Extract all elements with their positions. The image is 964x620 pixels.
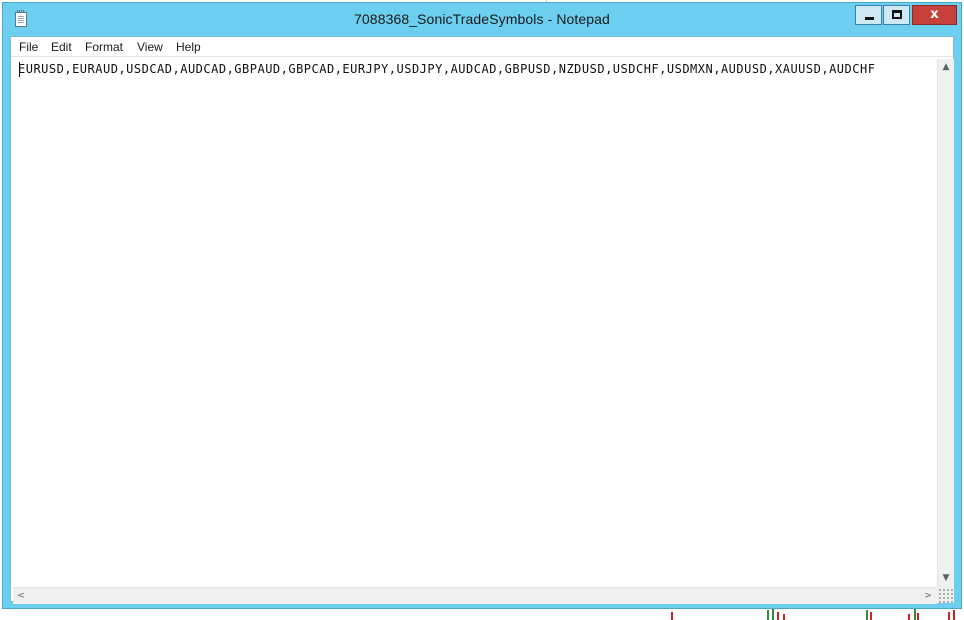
scroll-left-icon[interactable]: < [13, 588, 29, 604]
scroll-down-icon[interactable]: ▼ [938, 570, 954, 586]
menu-edit[interactable]: Edit [51, 40, 72, 54]
scroll-right-icon[interactable]: > [920, 588, 936, 604]
close-button[interactable]: x [912, 5, 957, 25]
close-icon: x [930, 7, 939, 22]
background-chart-marks [671, 608, 955, 620]
horizontal-scrollbar[interactable]: < > [13, 587, 937, 604]
maximize-icon [892, 10, 902, 19]
title-bar[interactable]: 7088368_SonicTradeSymbols - Notepad x [3, 3, 961, 35]
desktop: 7088368_SonicTradeSymbols - Notepad x Fi… [0, 0, 964, 620]
minimize-button[interactable] [855, 5, 882, 25]
text-editor[interactable]: EURUSD,EURAUD,USDCAD,AUDCAD,GBPAUD,GBPCA… [13, 59, 936, 587]
vertical-scrollbar[interactable]: ▲ ▼ [937, 59, 954, 587]
menu-bar: File Edit Format View Help [11, 37, 953, 57]
minimize-icon [865, 17, 874, 20]
menu-format[interactable]: Format [85, 40, 123, 54]
editor-content[interactable]: EURUSD,EURAUD,USDCAD,AUDCAD,GBPAUD,GBPCA… [18, 62, 875, 76]
menu-view[interactable]: View [137, 40, 163, 54]
notepad-window: 7088368_SonicTradeSymbols - Notepad x Fi… [2, 2, 962, 609]
size-grip-icon[interactable] [937, 587, 954, 603]
menu-file[interactable]: File [19, 40, 38, 54]
window-title: 7088368_SonicTradeSymbols - Notepad [354, 11, 610, 27]
maximize-button[interactable] [883, 5, 910, 25]
scroll-up-icon[interactable]: ▲ [938, 59, 954, 75]
client-area: File Edit Format View Help EURUSD,EURAUD… [10, 36, 954, 604]
menu-help[interactable]: Help [176, 40, 201, 54]
